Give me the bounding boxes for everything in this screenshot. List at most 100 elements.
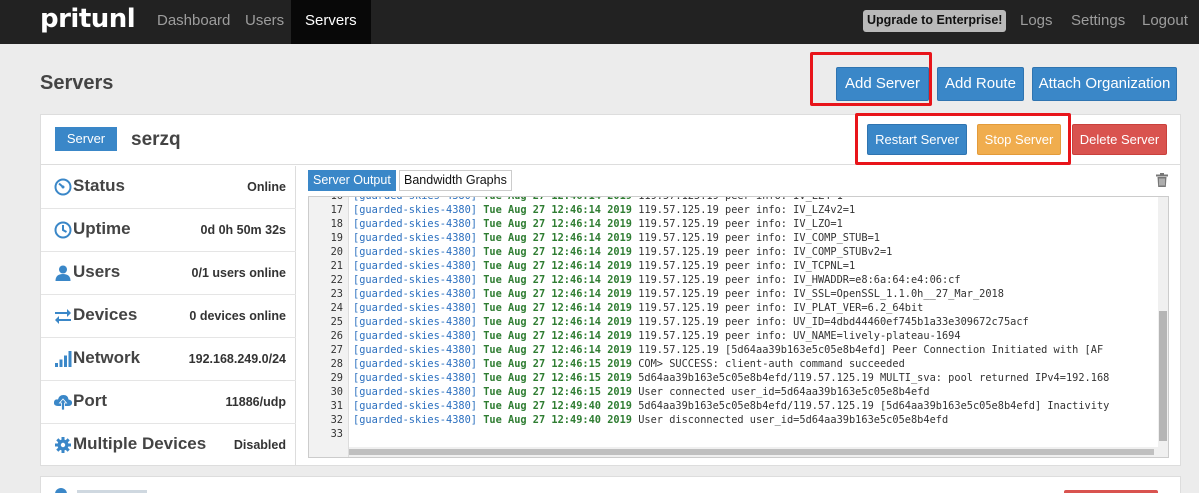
log-text: [guarded-skies-4380] Tue Aug 27 12:46:14… <box>353 301 923 315</box>
highlight-box-add-server <box>810 52 932 106</box>
log-text: [guarded-skies-4380] Tue Aug 27 12:46:15… <box>353 385 930 399</box>
log-text: [guarded-skies-4380] Tue Aug 27 12:46:14… <box>353 231 880 245</box>
log-line: 32 [guarded-skies-4380] Tue Aug 27 12:49:… <box>309 413 1157 427</box>
info-row-uptime: Uptime 0d 0h 50m 32s <box>41 209 296 252</box>
log-text: [guarded-skies-4380] Tue Aug 27 12:46:15… <box>353 371 1109 385</box>
log-timestamp: Tue Aug 27 12:46:15 2019 <box>483 358 632 370</box>
log-timestamp: Tue Aug 27 12:46:14 2019 <box>483 344 632 356</box>
log-message: 119.57.125.19 peer info: IV_TCPNL=1 <box>638 260 856 272</box>
log-timestamp: Tue Aug 27 12:46:14 2019 <box>483 302 632 314</box>
top-navbar: pritunl Dashboard Users Servers Upgrade … <box>0 0 1199 44</box>
vertical-scrollbar-thumb[interactable] <box>1159 311 1167 441</box>
horizontal-scrollbar[interactable] <box>349 447 1168 457</box>
attach-organization-button[interactable]: Attach Organization <box>1032 67 1177 101</box>
upgrade-enterprise-button[interactable]: Upgrade to Enterprise! <box>863 10 1007 32</box>
trash-icon[interactable] <box>1156 173 1168 187</box>
line-number: 23 <box>330 288 343 300</box>
log-source-tag: [guarded-skies-4380] <box>353 330 477 342</box>
line-number: 18 <box>330 218 343 230</box>
info-label: Port <box>73 391 107 410</box>
log-message: 119.57.125.19 peer info: IV_COMP_STUB=1 <box>638 232 880 244</box>
log-message: 119.57.125.19 peer info: IV_COMP_STUBv2=… <box>638 246 893 258</box>
server-output-log[interactable]: 16 [guarded-skies-4380] Tue Aug 27 12:46:… <box>308 196 1169 458</box>
log-text: [guarded-skies-4380] Tue Aug 27 12:46:14… <box>353 315 1029 329</box>
log-line: 23 [guarded-skies-4380] Tue Aug 27 12:46:… <box>309 287 1157 301</box>
log-source-tag: [guarded-skies-4380] <box>353 372 477 384</box>
log-message: User disconnected user_id=5d64aa39b163e5… <box>638 414 949 426</box>
nav-logs[interactable]: Logs <box>1020 0 1053 44</box>
log-timestamp: Tue Aug 27 12:49:40 2019 <box>483 400 632 412</box>
info-label: Multiple Devices <box>73 434 207 453</box>
vertical-scrollbar[interactable] <box>1158 197 1168 447</box>
info-value: 0d 0h 50m 32s <box>200 223 286 237</box>
log-line: 18 [guarded-skies-4380] Tue Aug 27 12:46:… <box>309 217 1157 231</box>
info-label: Status <box>73 176 125 195</box>
line-number: 26 <box>330 330 343 342</box>
log-line: 29 [guarded-skies-4380] Tue Aug 27 12:46:… <box>309 371 1157 385</box>
log-timestamp: Tue Aug 27 12:46:14 2019 <box>483 260 632 272</box>
log-source-tag: [guarded-skies-4380] <box>353 302 477 314</box>
info-label: Users <box>73 262 121 281</box>
log-text: [guarded-skies-4380] Tue Aug 27 12:46:14… <box>353 329 961 343</box>
info-label: Uptime <box>73 219 131 238</box>
nav-servers[interactable]: Servers <box>291 0 371 44</box>
log-text: [guarded-skies-4380] Tue Aug 27 12:46:14… <box>353 343 1103 357</box>
line-number: 19 <box>330 232 343 244</box>
log-line: 21 [guarded-skies-4380] Tue Aug 27 12:46:… <box>309 259 1157 273</box>
log-line: 24 [guarded-skies-4380] Tue Aug 27 12:46:… <box>309 301 1157 315</box>
log-source-tag: [guarded-skies-4380] <box>353 232 477 244</box>
log-timestamp: Tue Aug 27 12:46:14 2019 <box>483 218 632 230</box>
line-number: 29 <box>330 372 343 384</box>
info-row-port: Port 11886/udp <box>41 381 296 424</box>
line-number: 30 <box>330 386 343 398</box>
log-source-tag: [guarded-skies-4380] <box>353 204 477 216</box>
server-info-list: Status Online Uptime 0d 0h 50m 32s Users… <box>41 166 296 466</box>
nav-logout[interactable]: Logout <box>1142 0 1188 44</box>
info-value: 0 devices online <box>189 309 286 323</box>
log-text: [guarded-skies-4380] Tue Aug 27 12:46:15… <box>353 357 905 371</box>
log-line: 19 [guarded-skies-4380] Tue Aug 27 12:46:… <box>309 231 1157 245</box>
log-source-tag: [guarded-skies-4380] <box>353 246 477 258</box>
info-row-devices: Devices 0 devices online <box>41 295 296 338</box>
log-line: 20 [guarded-skies-4380] Tue Aug 27 12:46:… <box>309 245 1157 259</box>
log-text: [guarded-skies-4380] Tue Aug 27 12:46:14… <box>353 217 843 231</box>
log-lines: 16 [guarded-skies-4380] Tue Aug 27 12:46:… <box>309 196 1157 441</box>
log-line: 33 <box>309 427 1157 441</box>
log-line: 31 [guarded-skies-4380] Tue Aug 27 12:49:… <box>309 399 1157 413</box>
server-name: serzq <box>131 129 181 150</box>
brand-logo[interactable]: pritunl <box>40 4 136 34</box>
server-panel: Server serzq Status Online Uptime 0d 0h … <box>40 114 1181 466</box>
info-value: Disabled <box>233 438 286 452</box>
log-message: 119.57.125.19 peer info: IV_LZ4=1 <box>638 196 843 202</box>
log-text: [guarded-skies-4380] Tue Aug 27 12:46:14… <box>353 259 855 273</box>
tab-server-output[interactable]: Server Output <box>308 170 396 191</box>
log-message: 119.57.125.19 peer info: IV_LZO=1 <box>638 218 843 230</box>
log-message: 119.57.125.19 peer info: IV_SSL=OpenSSL_… <box>638 288 1004 300</box>
log-text: [guarded-skies-4380] Tue Aug 27 12:49:40… <box>353 413 948 427</box>
add-route-button[interactable]: Add Route <box>937 67 1024 101</box>
cloud-upload-icon <box>53 392 73 412</box>
log-message: 119.57.125.19 peer info: IV_LZ4v2=1 <box>638 204 856 216</box>
log-line: 28 [guarded-skies-4380] Tue Aug 27 12:46:… <box>309 357 1157 371</box>
signal-icon <box>53 349 73 369</box>
clock-icon <box>53 220 73 240</box>
delete-server-button[interactable]: Delete Server <box>1072 124 1167 155</box>
log-line: 27 [guarded-skies-4380] Tue Aug 27 12:46:… <box>309 343 1157 357</box>
nav-users[interactable]: Users <box>245 0 284 44</box>
nav-dashboard[interactable]: Dashboard <box>157 0 230 44</box>
line-number: 20 <box>330 246 343 258</box>
log-source-tag: [guarded-skies-4380] <box>353 196 477 202</box>
user-icon <box>53 263 73 283</box>
log-timestamp: Tue Aug 27 12:46:14 2019 <box>483 288 632 300</box>
cog-icon <box>53 435 73 455</box>
log-timestamp: Tue Aug 27 12:46:14 2019 <box>483 316 632 328</box>
tab-bandwidth-graphs[interactable]: Bandwidth Graphs <box>399 170 512 191</box>
line-number: 33 <box>330 428 343 440</box>
horizontal-scrollbar-thumb[interactable] <box>349 449 1154 455</box>
log-line: 16 [guarded-skies-4380] Tue Aug 27 12:46:… <box>309 196 1157 203</box>
nav-settings[interactable]: Settings <box>1071 0 1125 44</box>
log-source-tag: [guarded-skies-4380] <box>353 414 477 426</box>
log-text: [guarded-skies-4380] Tue Aug 27 12:46:14… <box>353 245 892 259</box>
server-label-badge: Server <box>55 127 117 151</box>
highlight-box-server-controls <box>855 113 1071 165</box>
